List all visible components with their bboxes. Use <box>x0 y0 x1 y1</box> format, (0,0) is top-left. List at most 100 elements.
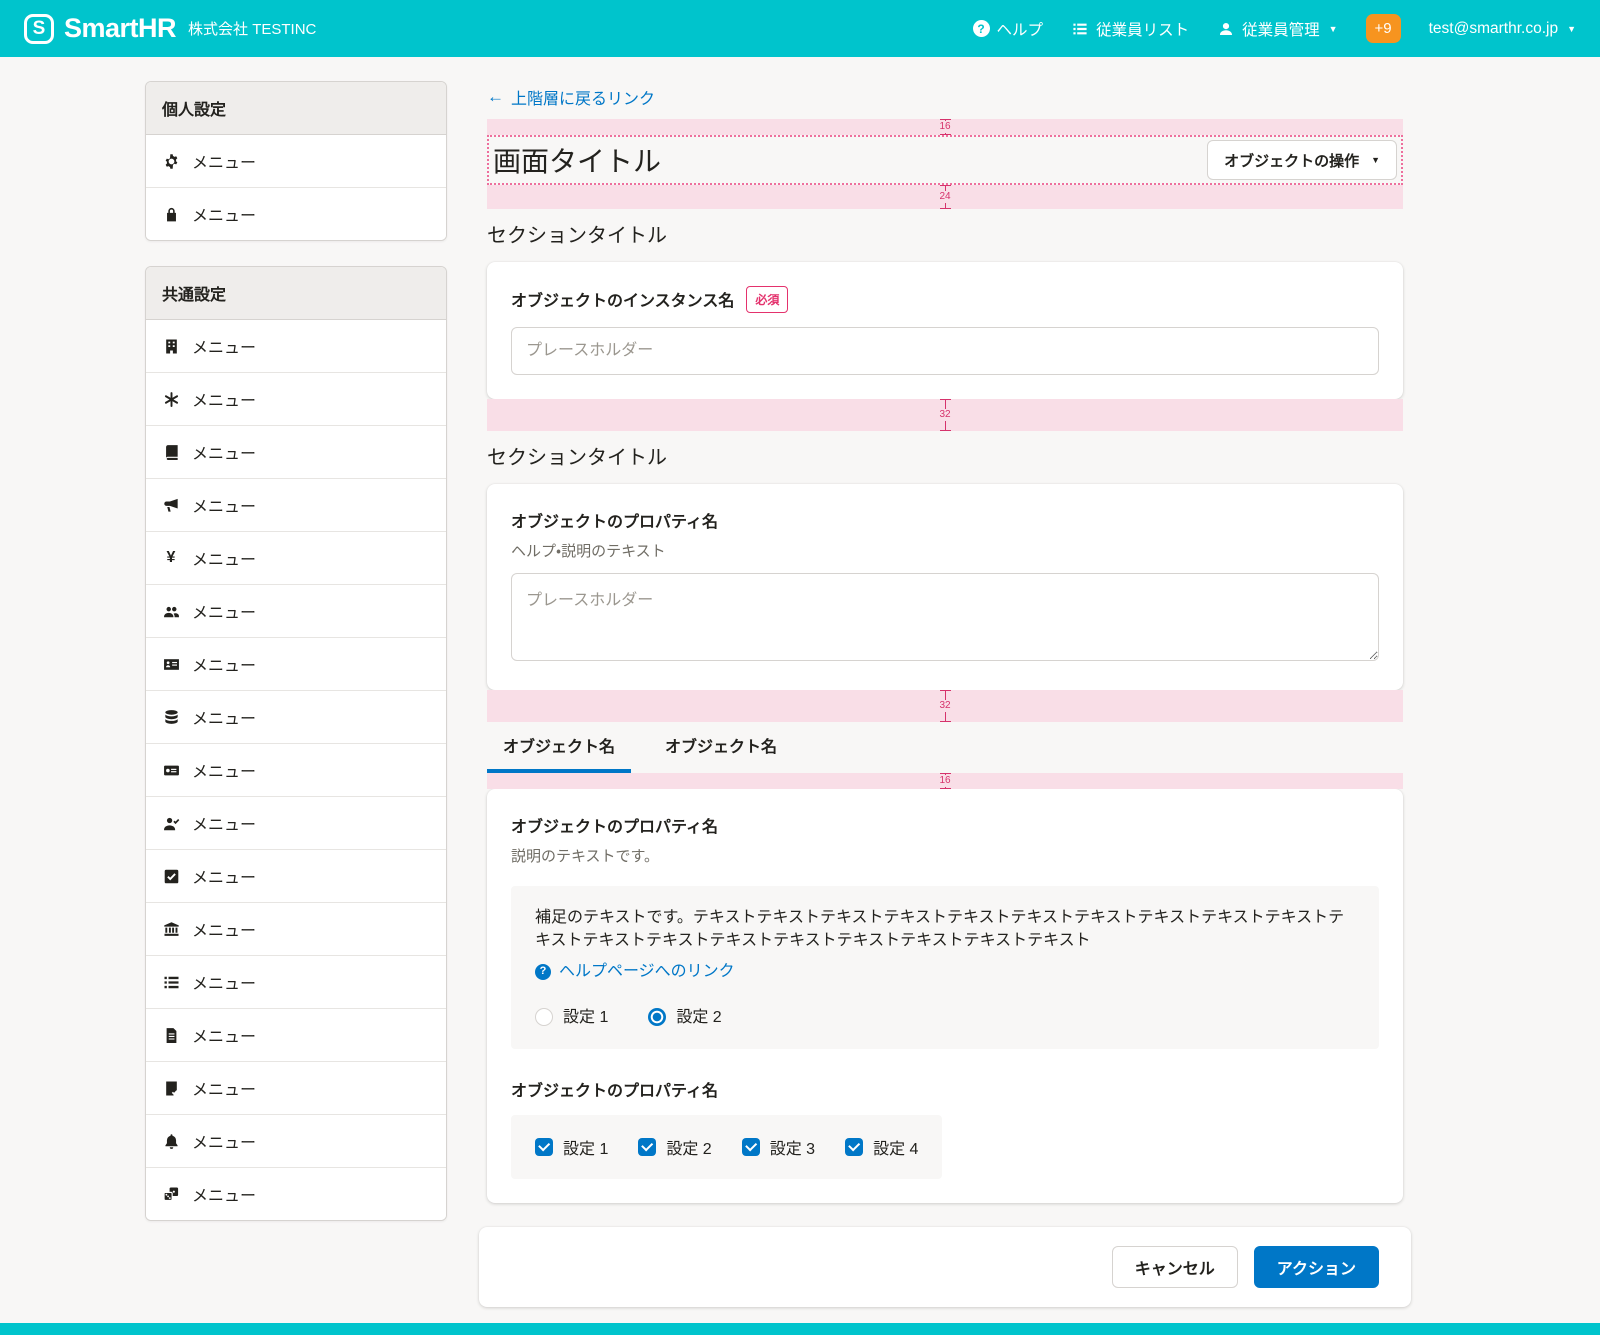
note-check-icon <box>162 1080 180 1097</box>
sidebar-item-menu[interactable]: メニュー <box>146 188 446 240</box>
tab-bar: オブジェクト名 オブジェクト名 <box>487 722 1403 773</box>
checkbox-checked-icon[interactable] <box>742 1138 760 1156</box>
sidebar-item-menu[interactable]: メニュー <box>146 320 446 373</box>
sidebar-item-menu[interactable]: メニュー <box>146 744 446 797</box>
property-textarea-card: オブジェクトのプロパティ名 ヘルプ・説明のテキスト <box>487 484 1403 690</box>
property-textarea[interactable] <box>511 573 1379 661</box>
radio-checked-icon[interactable] <box>648 1008 666 1026</box>
sidebar-item-label: メニュー <box>192 970 256 994</box>
lock-icon <box>162 206 180 223</box>
note-text: 補足のテキストです。テキストテキストテキストテキストテキストテキストテキストテキ… <box>535 906 1355 952</box>
field-label-row: オブジェクトのインスタンス名必須 <box>511 286 1379 313</box>
sidebar-item-menu[interactable]: メニュー <box>146 479 446 532</box>
nav-help[interactable]: ? ヘルプ <box>973 18 1044 40</box>
file-icon <box>162 1027 180 1044</box>
money-check-icon <box>162 762 180 779</box>
instance-name-input[interactable] <box>511 327 1379 375</box>
object-action-dropdown-button[interactable]: オブジェクトの操作 ▼ <box>1207 140 1397 180</box>
sidebar-item-menu[interactable]: メニュー <box>146 373 446 426</box>
sidebar-item-label: メニュー <box>192 652 256 676</box>
sidebar: 個人設定 メニュー メニュー 共通設定 メニュー メニュー メニュー <box>145 81 447 1246</box>
users-icon <box>162 603 180 620</box>
back-to-parent-link[interactable]: ← 上階層に戻るリンク <box>487 85 655 109</box>
notification-badge[interactable]: +9 <box>1366 14 1401 43</box>
sidebar-item-menu[interactable]: メニュー <box>146 585 446 638</box>
sidebar-item-menu[interactable]: メニュー <box>146 797 446 850</box>
radio-label: 設定 2 <box>676 1006 721 1029</box>
tab-panel-card: オブジェクトのプロパティ名 説明のテキストです。 補足のテキストです。テキストテ… <box>487 789 1403 1203</box>
checkbox-option-1[interactable]: 設定 1 <box>535 1135 608 1159</box>
checkbox-option-2[interactable]: 設定 2 <box>638 1135 711 1159</box>
tab-object-2[interactable]: オブジェクト名 <box>649 722 793 773</box>
sidebar-item-label: メニュー <box>192 705 256 729</box>
section-title: セクションタイトル <box>487 219 1403 248</box>
id-card-icon <box>162 656 180 673</box>
sidebar-item-menu[interactable]: メニュー <box>146 1168 446 1220</box>
dice-icon <box>162 1186 180 1203</box>
sidebar-group-common: 共通設定 メニュー メニュー メニュー メニュー ¥ メニュー <box>145 266 447 1221</box>
help-link-label: ヘルプページへのリンク <box>559 960 735 983</box>
sidebar-item-menu[interactable]: ¥ メニュー <box>146 532 446 585</box>
sidebar-item-menu[interactable]: メニュー <box>146 1062 446 1115</box>
sidebar-item-label: メニュー <box>192 864 256 888</box>
back-link-label: 上階層に戻るリンク <box>511 85 655 109</box>
sidebar-item-menu[interactable]: メニュー <box>146 638 446 691</box>
sidebar-item-label: メニュー <box>192 1023 256 1047</box>
ruler-value: 32 <box>937 700 952 712</box>
radio-option-1[interactable]: 設定 1 <box>535 1006 608 1029</box>
brand-wordmark: SmartHR <box>64 13 176 44</box>
tab-object-1[interactable]: オブジェクト名 <box>487 722 631 773</box>
supplementary-note-box: 補足のテキストです。テキストテキストテキストテキストテキストテキストテキストテキ… <box>511 886 1379 1049</box>
nav-employee-admin-label: 従業員管理 <box>1242 18 1320 40</box>
list-icon <box>162 974 180 991</box>
radio-option-2[interactable]: 設定 2 <box>648 1006 721 1029</box>
sidebar-item-menu[interactable]: メニュー <box>146 903 446 956</box>
checkbox-label: 設定 2 <box>666 1135 711 1159</box>
sidebar-group-personal: 個人設定 メニュー メニュー <box>145 81 447 241</box>
smarthr-logo-icon: S <box>24 14 54 44</box>
field-label: オブジェクトのインスタンス名 <box>511 293 734 310</box>
account-email: test@smarthr.co.jp <box>1429 20 1558 38</box>
sidebar-item-menu[interactable]: メニュー <box>146 850 446 903</box>
checkbox-field: オブジェクトのプロパティ名 設定 1 設定 2 設定 3 <box>511 1077 1379 1179</box>
gear-icon <box>162 153 180 170</box>
smarthr-logo[interactable]: S SmartHR <box>24 13 176 44</box>
checkbox-option-3[interactable]: 設定 3 <box>742 1135 815 1159</box>
page-title-row: 画面タイトル オブジェクトの操作 ▼ <box>487 135 1403 185</box>
sidebar-item-menu[interactable]: メニュー <box>146 135 446 188</box>
nav-employee-admin[interactable]: 従業員管理 ▼ <box>1217 18 1337 40</box>
field-description: 説明のテキストです。 <box>511 845 1379 866</box>
ruler-value: 16 <box>937 775 952 787</box>
company-name: 株式会社 TESTINC <box>188 18 316 39</box>
app-footer: ヘルプ お知らせ 利用規約 プライバシーポリシー 特定商取引法に基づく表記 運営… <box>0 1323 1600 1335</box>
account-menu[interactable]: test@smarthr.co.jp ▼ <box>1429 20 1576 38</box>
bank-icon <box>162 921 180 938</box>
sidebar-group-title: 共通設定 <box>146 267 446 320</box>
cancel-button[interactable]: キャンセル <box>1112 1246 1238 1288</box>
checkbox-checked-icon[interactable] <box>638 1138 656 1156</box>
ruler-value: 32 <box>937 409 952 421</box>
field-label: オブジェクトのプロパティ名 <box>511 1077 1379 1101</box>
checkbox-group: 設定 1 設定 2 設定 3 設定 4 <box>511 1115 942 1179</box>
nav-employee-list[interactable]: 従業員リスト <box>1071 18 1189 40</box>
sidebar-item-menu[interactable]: メニュー <box>146 691 446 744</box>
checkbox-checked-icon[interactable] <box>535 1138 553 1156</box>
megaphone-icon <box>162 497 180 514</box>
radio-unchecked-icon[interactable] <box>535 1008 553 1026</box>
checkbox-checked-icon[interactable] <box>845 1138 863 1156</box>
nav-employee-list-label: 従業員リスト <box>1096 18 1189 40</box>
sidebar-item-menu[interactable]: メニュー <box>146 956 446 1009</box>
sidebar-item-label: メニュー <box>192 440 256 464</box>
checkbox-option-4[interactable]: 設定 4 <box>845 1135 918 1159</box>
field-label: オブジェクトのプロパティ名 <box>511 508 1379 532</box>
sidebar-item-menu[interactable]: メニュー <box>146 1115 446 1168</box>
action-button[interactable]: アクション <box>1254 1246 1379 1288</box>
book-icon <box>162 444 180 461</box>
yen-icon: ¥ <box>162 549 180 567</box>
sidebar-group-title: 個人設定 <box>146 82 446 135</box>
sidebar-item-menu[interactable]: メニュー <box>146 1009 446 1062</box>
app-header: S SmartHR 株式会社 TESTINC ? ヘルプ 従業員リスト 従業員管… <box>0 0 1600 57</box>
help-page-link[interactable]: ? ヘルプページへのリンク <box>535 960 735 983</box>
field-label: オブジェクトのプロパティ名 <box>511 813 1379 837</box>
sidebar-item-menu[interactable]: メニュー <box>146 426 446 479</box>
